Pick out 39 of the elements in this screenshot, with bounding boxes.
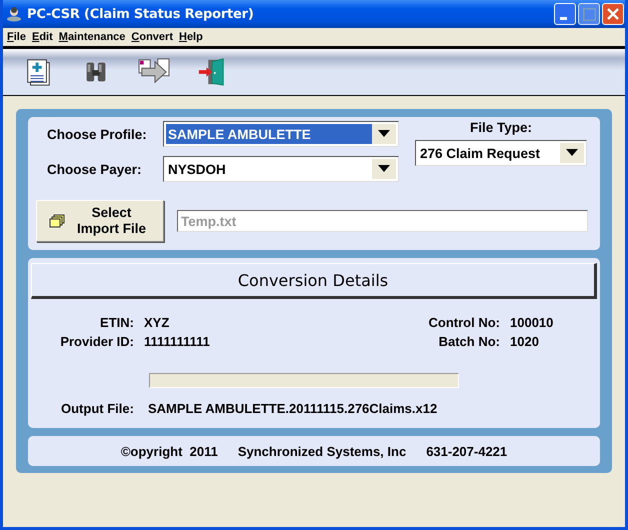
maximize-icon bbox=[582, 8, 596, 20]
close-icon bbox=[607, 8, 619, 20]
phone-number: 631-207-4221 bbox=[426, 444, 508, 458]
menu-item[interactable]: Help bbox=[178, 31, 203, 43]
field-value: 100010 bbox=[510, 315, 554, 330]
close-button[interactable] bbox=[602, 3, 624, 25]
file-type-label: File Type: bbox=[470, 120, 532, 135]
menu-item[interactable]: File bbox=[7, 31, 26, 43]
conversion-details-header: Conversion Details bbox=[31, 263, 597, 299]
profile-label: Choose Profile: bbox=[47, 126, 148, 142]
field-value: XYZ bbox=[144, 315, 170, 330]
app-icon bbox=[6, 6, 22, 22]
select-import-file-button[interactable]: Select Import File bbox=[36, 200, 164, 242]
window-title: PC-CSR (Claim Status Reporter) bbox=[27, 6, 254, 22]
field-value: 1111111111 bbox=[144, 334, 210, 349]
folders-icon bbox=[49, 214, 65, 228]
company-name: Synchronized Systems, Inc bbox=[238, 444, 406, 458]
maximize-button[interactable] bbox=[578, 3, 600, 25]
menu-item[interactable]: Edit bbox=[32, 31, 53, 43]
field-label: Control No: bbox=[428, 315, 500, 330]
minimize-button[interactable] bbox=[554, 3, 576, 25]
output-file-value: SAMPLE AMBULETTE.20111115.276Claims.x12 bbox=[148, 401, 438, 416]
minimize-icon bbox=[560, 16, 566, 20]
import-file-field[interactable]: Temp.txt bbox=[177, 210, 588, 232]
payer-dropdown[interactable]: NYSDOH bbox=[163, 156, 399, 182]
dropdown-arrow-icon bbox=[378, 165, 390, 173]
dropdown-arrow-icon bbox=[378, 130, 390, 138]
copyright-text: ©opyright 2011 bbox=[120, 444, 218, 458]
menu-item[interactable]: Convert bbox=[131, 31, 173, 43]
field-label: ETIN: bbox=[99, 315, 134, 330]
field-label: Provider ID: bbox=[59, 334, 134, 349]
profile-dropdown[interactable]: SAMPLE AMBULETTE bbox=[163, 121, 399, 147]
menu-item[interactable]: Maintenance bbox=[58, 31, 126, 43]
field-value: 1020 bbox=[510, 334, 539, 349]
file-type-dropdown[interactable]: 276 Claim Request bbox=[415, 140, 587, 166]
payer-label: Choose Payer: bbox=[47, 162, 143, 176]
output-file-label: Output File: bbox=[61, 401, 134, 416]
field-label: Batch No: bbox=[438, 334, 500, 349]
dropdown-arrow-icon bbox=[566, 149, 578, 157]
